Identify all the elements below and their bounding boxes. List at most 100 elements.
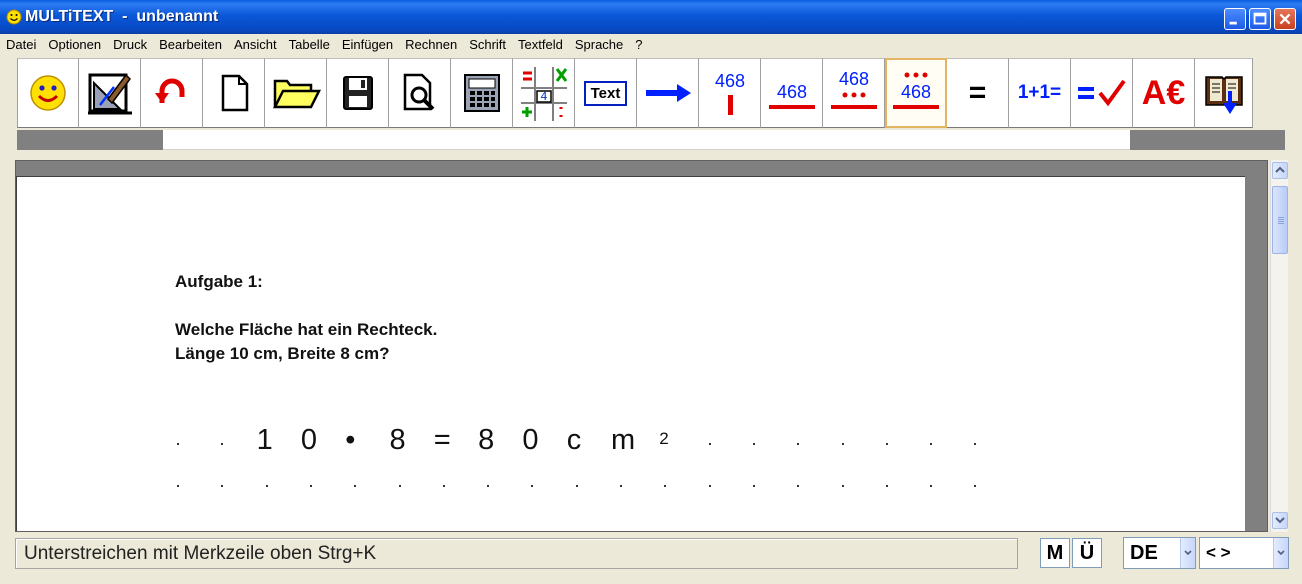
euro-label: A€	[1141, 73, 1186, 112]
undo-icon	[154, 78, 184, 103]
menu-bar: Datei Optionen Druck Bearbeiten Ansicht …	[0, 35, 649, 55]
grid-dot	[487, 485, 490, 487]
calc-token: •	[345, 424, 356, 456]
grid-dot	[708, 443, 711, 445]
number-label: 468	[776, 82, 806, 102]
task-line-1: Welche Fläche hat ein Rechteck.	[175, 320, 438, 339]
calc-token: c	[566, 424, 582, 456]
menu-einfuegen[interactable]: Einfügen	[336, 35, 399, 55]
calculator-button[interactable]	[451, 58, 513, 128]
new-document-button[interactable]	[203, 58, 265, 128]
number-mark-digit-button[interactable]: 468	[699, 58, 761, 128]
grid-dot	[752, 443, 755, 445]
grid-dot	[841, 443, 844, 445]
grid-dot	[265, 485, 268, 487]
status-bar: Unterstreichen mit Merkzeile oben Strg+K	[15, 538, 1018, 569]
undo-button[interactable]	[141, 58, 203, 128]
status-hint: Unterstreichen mit Merkzeile oben Strg+K	[24, 542, 377, 564]
close-icon	[1279, 13, 1291, 25]
number-label: 468	[901, 82, 931, 102]
menu-bearbeiten[interactable]: Bearbeiten	[153, 35, 228, 55]
menu-druck[interactable]: Druck	[107, 35, 153, 55]
text-field-button[interactable]: Text	[575, 58, 637, 128]
chevron-down-icon	[1180, 538, 1195, 568]
calculator-icon	[463, 74, 500, 112]
number-underline-button[interactable]: 468	[761, 58, 823, 128]
grid-dot	[797, 485, 800, 487]
grid-dot	[442, 485, 445, 487]
number-mark-digit-icon: 468	[714, 71, 745, 115]
close-button[interactable]	[1274, 8, 1296, 30]
toolbar: 4 Text 468 468 468 468 = 1+1= A€	[17, 58, 1253, 128]
grid-dot	[309, 485, 312, 487]
maximize-button[interactable]	[1249, 8, 1271, 30]
number-label: 468	[714, 71, 744, 91]
number-label: 468	[838, 69, 868, 89]
minimize-button[interactable]	[1224, 8, 1246, 30]
number-dots-below-button[interactable]: 468	[823, 58, 885, 128]
ue-button[interactable]: Ü	[1072, 538, 1102, 568]
m-button[interactable]: M	[1040, 538, 1070, 568]
menu-help[interactable]: ?	[629, 35, 648, 55]
equals-label: =	[968, 76, 987, 109]
smiley-button[interactable]	[17, 58, 79, 128]
text-field-label: Text	[590, 84, 621, 102]
save-button[interactable]	[327, 58, 389, 128]
print-preview-button[interactable]	[389, 58, 451, 128]
scroll-down-button[interactable]	[1272, 512, 1288, 529]
arrow-button[interactable]	[637, 58, 699, 128]
menu-sprache[interactable]: Sprache	[569, 35, 629, 55]
scroll-up-button[interactable]	[1272, 162, 1288, 179]
calculate-label: 1+1=	[1017, 82, 1062, 103]
equals-button[interactable]: =	[947, 58, 1009, 128]
menu-optionen[interactable]: Optionen	[42, 35, 107, 55]
print-preview-icon	[403, 73, 434, 111]
grid-dot	[177, 443, 179, 445]
title-bar: MULTiTEXT - unbenannt	[0, 0, 1302, 34]
math-table-icon: 4	[520, 67, 567, 121]
geometry-draw-button[interactable]	[79, 58, 141, 128]
grid-dot	[930, 485, 933, 487]
menu-ansicht[interactable]: Ansicht	[228, 35, 283, 55]
grid-dot	[620, 485, 622, 487]
number-underline-icon: 468	[768, 82, 815, 109]
book-import-button[interactable]	[1195, 58, 1253, 128]
number-dots-above-button[interactable]: 468	[885, 58, 947, 128]
menu-datei[interactable]: Datei	[0, 35, 42, 55]
calc-token: 1	[256, 424, 273, 456]
geometry-draw-icon	[87, 73, 132, 115]
document-page[interactable]: Aufgabe 1: Welche Fläche hat ein Rechtec…	[16, 176, 1245, 531]
grid-dot	[177, 485, 179, 487]
menu-schrift[interactable]: Schrift	[463, 35, 512, 55]
grid-dot	[354, 485, 357, 487]
calculate-button[interactable]: 1+1=	[1009, 58, 1071, 128]
calc-token: 0	[522, 424, 539, 456]
vertical-scrollbar[interactable]	[1270, 160, 1288, 532]
menu-tabelle[interactable]: Tabelle	[283, 35, 336, 55]
language-value: DE	[1130, 541, 1158, 564]
math-table-button[interactable]: 4	[513, 58, 575, 128]
grid-dot	[797, 443, 800, 445]
open-folder-button[interactable]	[265, 58, 327, 128]
menu-rechnen[interactable]: Rechnen	[399, 35, 463, 55]
navigation-select[interactable]: < >	[1199, 537, 1289, 569]
ruler-text-area[interactable]	[163, 130, 1130, 150]
check-result-button[interactable]	[1071, 58, 1133, 128]
grid-dot	[885, 485, 888, 487]
special-chars-button[interactable]: A€	[1133, 58, 1195, 128]
chevron-down-icon	[1273, 538, 1288, 568]
language-select[interactable]: DE	[1123, 537, 1196, 569]
maximize-icon	[1253, 12, 1267, 25]
new-document-icon	[221, 74, 248, 112]
grid-dot	[575, 485, 578, 487]
chevron-up-icon	[1275, 166, 1285, 173]
window-title: MULTiTEXT - unbenannt	[25, 8, 219, 25]
menu-textfeld[interactable]: Textfeld	[512, 35, 569, 55]
calc-token: 8	[389, 424, 406, 456]
grid-dot	[930, 443, 933, 445]
grid-dot	[974, 443, 977, 445]
scroll-thumb[interactable]	[1272, 186, 1288, 254]
number-dots-below-icon: 468	[830, 69, 877, 109]
svg-text:4: 4	[540, 90, 547, 103]
grid-dot	[752, 485, 755, 487]
